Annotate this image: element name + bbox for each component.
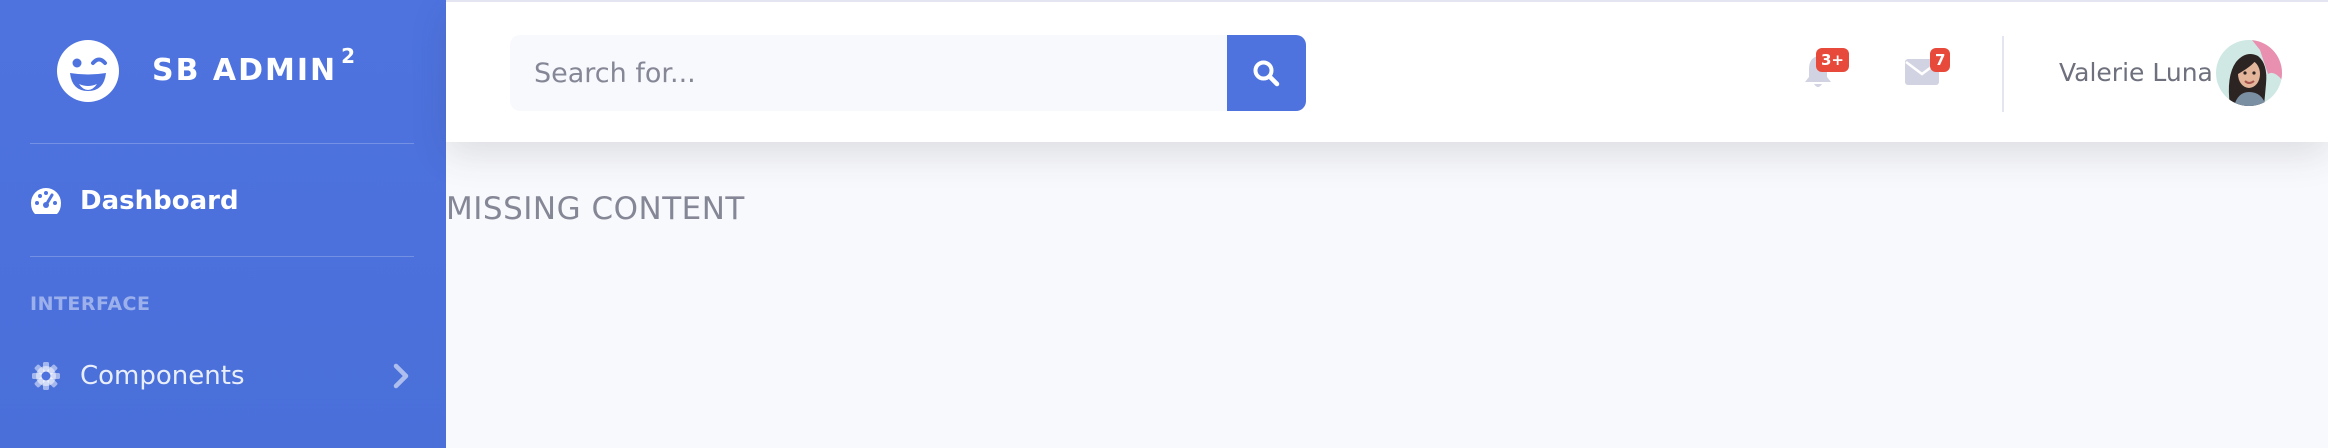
- alerts-button[interactable]: 3+: [1786, 42, 1850, 106]
- sidebar-item-components[interactable]: Components: [30, 349, 416, 403]
- topbar-search: [510, 35, 1306, 111]
- missing-content-text: MISSING CONTENT: [446, 191, 745, 227]
- tachometer-icon: [30, 185, 62, 217]
- search-input[interactable]: [510, 35, 1227, 111]
- sidebar-divider: [30, 143, 414, 144]
- sidebar-item-label: Dashboard: [80, 186, 239, 216]
- chevron-right-icon: [393, 363, 409, 389]
- user-name[interactable]: Valerie Luna: [2059, 58, 2213, 87]
- sidebar-item-dashboard[interactable]: Dashboard: [30, 174, 416, 228]
- sidebar-heading: INTERFACE: [30, 293, 151, 315]
- user-avatar[interactable]: [2216, 40, 2282, 106]
- sidebar-brand[interactable]: SB ADMIN 2: [0, 0, 446, 140]
- sidebar-divider: [30, 256, 414, 257]
- topbar: 3+ 7 Valerie Luna: [446, 0, 2328, 142]
- messages-badge: 7: [1930, 48, 1951, 72]
- search-icon: [1253, 60, 1280, 87]
- messages-button[interactable]: 7: [1890, 42, 1954, 106]
- brand-superscript: 2: [341, 44, 358, 68]
- alerts-badge: 3+: [1816, 48, 1850, 72]
- laugh-wink-icon: [57, 40, 119, 102]
- topbar-divider: [2002, 36, 2004, 112]
- search-button[interactable]: [1226, 35, 1306, 111]
- sidebar: SB ADMIN 2 Dashboard INTERFACE Component…: [0, 0, 446, 448]
- cog-icon: [30, 360, 62, 392]
- brand-name: SB ADMIN 2: [152, 44, 358, 88]
- sidebar-item-label: Components: [80, 361, 245, 391]
